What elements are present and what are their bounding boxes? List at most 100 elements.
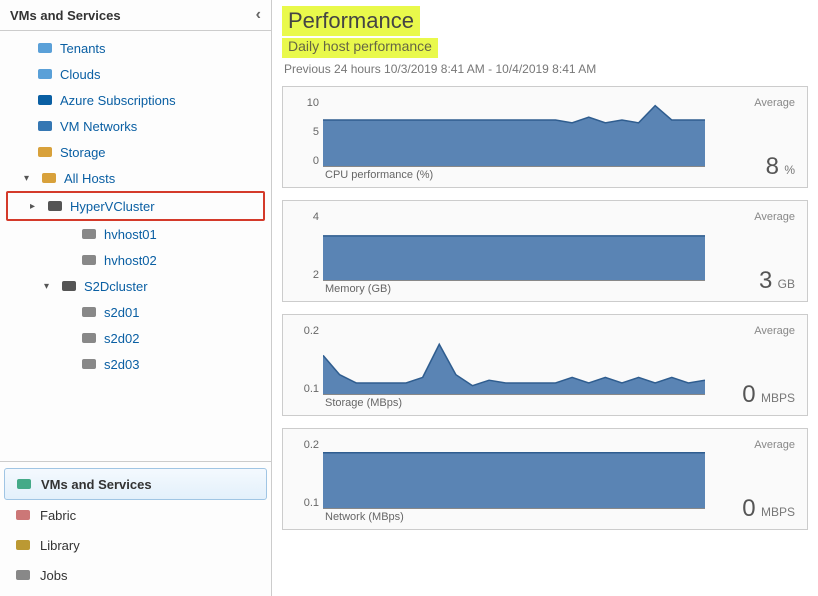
vms-icon (15, 475, 33, 493)
tree-item-hvhost01[interactable]: hvhost01 (0, 221, 271, 247)
tree-item-all-hosts[interactable]: ▾ All Hosts (0, 165, 271, 191)
chart-area: 0.20.1 Storage (MBps) (295, 325, 705, 409)
storage-icon (36, 143, 54, 161)
chart-card: 0.20.1 Network (MBps) Average 0 MBPS (282, 428, 808, 530)
nav-section: VMs and Services Fabric Library Jobs (0, 461, 271, 596)
sidebar: VMs and Services Tenants Clouds Azure Subs… (0, 0, 272, 596)
tree-item-tenants[interactable]: Tenants (0, 35, 271, 61)
average-unit: % (781, 163, 795, 177)
tree-item-vm-networks[interactable]: VM Networks (0, 113, 271, 139)
time-range: Previous 24 hours 10/3/2019 8:41 AM - 10… (284, 62, 808, 76)
chart-plot (323, 439, 705, 509)
tree-item-label: s2d01 (104, 305, 139, 320)
host-icon (80, 355, 98, 373)
tree-item-s2d03[interactable]: s2d03 (0, 351, 271, 377)
host-icon (80, 225, 98, 243)
tree-item-storage[interactable]: Storage (0, 139, 271, 165)
fabric-icon (14, 506, 32, 524)
chart-average: Average 0 MBPS (705, 439, 795, 523)
expand-icon[interactable]: ▸ (30, 201, 40, 212)
host-icon (80, 251, 98, 269)
tree-item-s2d02[interactable]: s2d02 (0, 325, 271, 351)
page-subtitle: Daily host performance (282, 38, 438, 58)
average-label: Average (713, 211, 795, 223)
average-unit: MBPS (758, 391, 795, 405)
tree-item-hvhost02[interactable]: hvhost02 (0, 247, 271, 273)
nav-item-label: Jobs (40, 568, 67, 583)
tree-item-s2dcluster[interactable]: ▾ S2Dcluster (0, 273, 271, 299)
collapse-icon[interactable] (256, 6, 261, 24)
average-value: 0 (742, 495, 755, 522)
tree-item-label: Clouds (60, 67, 100, 82)
tree-item-label: S2Dcluster (84, 279, 148, 294)
tree-item-label: Storage (60, 145, 106, 160)
average-value: 3 (759, 267, 772, 294)
nav-vms-and-services[interactable]: VMs and Services (4, 468, 267, 500)
average-unit: MBPS (758, 505, 795, 519)
chart-area: 1050 CPU performance (%) (295, 97, 705, 181)
tree-item-s2d01[interactable]: s2d01 (0, 299, 271, 325)
tree-item-label: VM Networks (60, 119, 137, 134)
chart-title: Memory (GB) (325, 283, 705, 295)
nav-fabric[interactable]: Fabric (4, 500, 267, 530)
average-unit: GB (774, 277, 795, 291)
library-icon (14, 536, 32, 554)
nav-item-label: VMs and Services (41, 477, 152, 492)
chart-plot (323, 97, 705, 167)
nav-tree: Tenants Clouds Azure Subscriptions VM Netwo… (0, 31, 271, 461)
tree-item-label: s2d03 (104, 357, 139, 372)
chart-title: Network (MBps) (325, 511, 705, 523)
tree-item-label: All Hosts (64, 171, 115, 186)
chart-plot (323, 211, 705, 281)
y-axis: 0.20.1 (295, 439, 323, 509)
tree-item-label: HyperVCluster (70, 199, 155, 214)
average-label: Average (713, 439, 795, 451)
host-icon (80, 329, 98, 347)
tree-item-label: Azure Subscriptions (60, 93, 176, 108)
sidebar-header: VMs and Services (0, 0, 271, 31)
charts-container: 1050 CPU performance (%) Average 8 % 42 (282, 86, 808, 530)
tenants-icon (36, 39, 54, 57)
tree-item-label: Tenants (60, 41, 106, 56)
chart-average: Average 0 MBPS (705, 325, 795, 409)
nav-jobs[interactable]: Jobs (4, 560, 267, 590)
expand-icon[interactable]: ▾ (24, 173, 34, 184)
average-value: 0 (742, 381, 755, 408)
tree-item-hypervcluster[interactable]: ▸ HyperVCluster (6, 191, 265, 221)
folder-icon (40, 169, 58, 187)
y-axis: 1050 (295, 97, 323, 167)
host-icon (80, 303, 98, 321)
cluster-icon (60, 277, 78, 295)
chart-area: 42 Memory (GB) (295, 211, 705, 295)
chart-average: Average 8 % (705, 97, 795, 181)
average-label: Average (713, 97, 795, 109)
page-title: Performance (282, 6, 420, 36)
chart-average: Average 3 GB (705, 211, 795, 295)
y-axis: 42 (295, 211, 323, 281)
chart-area: 0.20.1 Network (MBps) (295, 439, 705, 523)
chart-card: 42 Memory (GB) Average 3 GB (282, 200, 808, 302)
tree-item-label: s2d02 (104, 331, 139, 346)
content-area: Performance Daily host performance Previ… (272, 0, 818, 596)
nav-library[interactable]: Library (4, 530, 267, 560)
chart-card: 1050 CPU performance (%) Average 8 % (282, 86, 808, 188)
tree-item-clouds[interactable]: Clouds (0, 61, 271, 87)
sidebar-title: VMs and Services (10, 8, 121, 23)
chart-plot (323, 325, 705, 395)
jobs-icon (14, 566, 32, 584)
expand-icon[interactable]: ▾ (44, 281, 54, 292)
chart-title: Storage (MBps) (325, 397, 705, 409)
nav-item-label: Library (40, 538, 80, 553)
tree-item-label: hvhost02 (104, 253, 157, 268)
chart-card: 0.20.1 Storage (MBps) Average 0 MBPS (282, 314, 808, 416)
chart-title: CPU performance (%) (325, 169, 705, 181)
net-icon (36, 117, 54, 135)
average-label: Average (713, 325, 795, 337)
azure-icon (36, 91, 54, 109)
average-value: 8 (766, 153, 779, 180)
cloud-icon (36, 65, 54, 83)
tree-item-label: hvhost01 (104, 227, 157, 242)
cluster-icon (46, 197, 64, 215)
tree-item-azure-subscriptions[interactable]: Azure Subscriptions (0, 87, 271, 113)
y-axis: 0.20.1 (295, 325, 323, 395)
